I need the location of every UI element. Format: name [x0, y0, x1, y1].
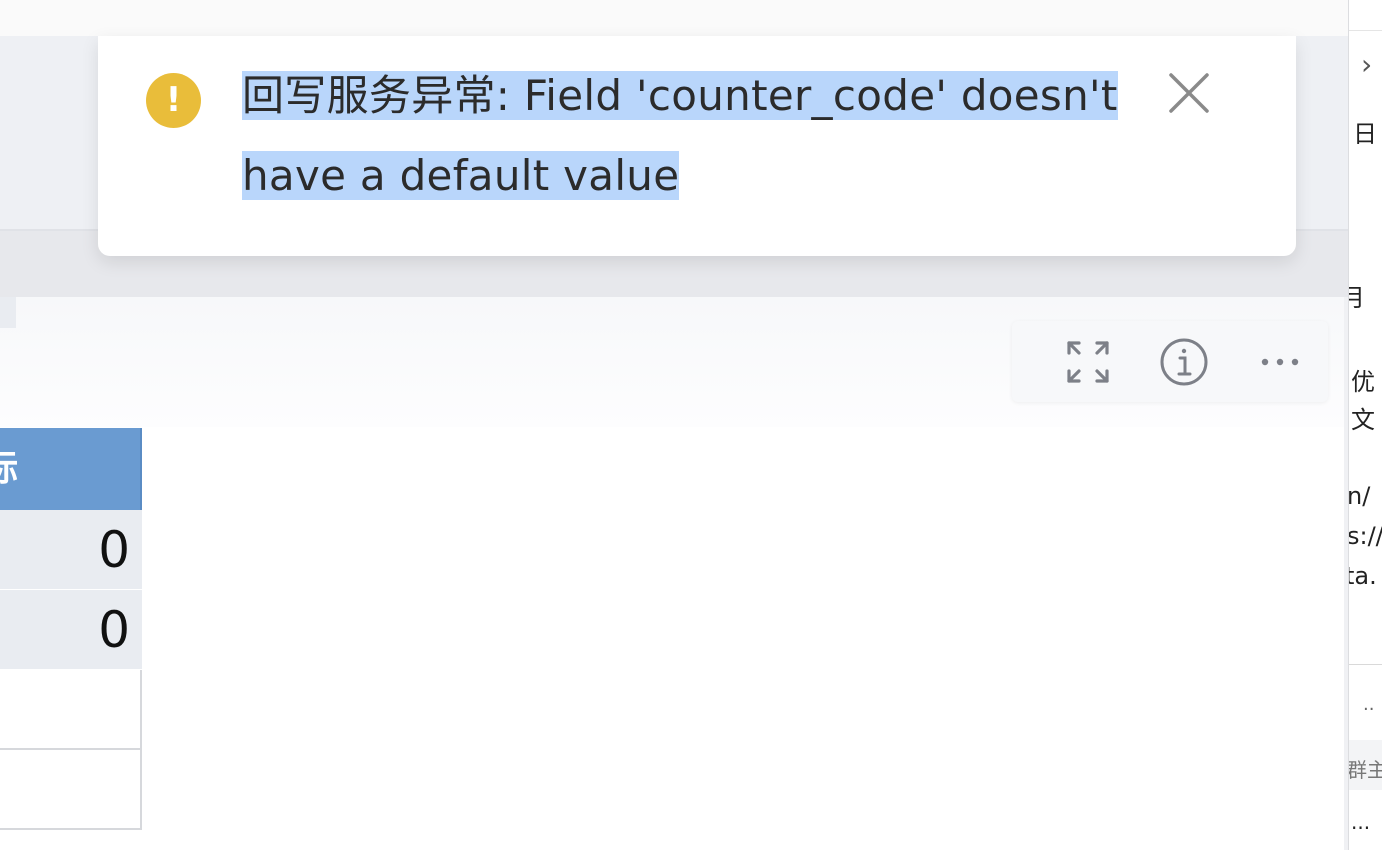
- side-text: 优: [1351, 368, 1375, 396]
- more-icon: [1261, 358, 1299, 366]
- side-text: ta.: [1348, 562, 1377, 590]
- warning-icon: !: [146, 73, 201, 128]
- side-panel: › 日 月 优 文 n/ s:// ta. .. 群主 ...: [1348, 0, 1382, 850]
- more-button[interactable]: [1255, 337, 1305, 387]
- data-table: 标 0 0: [0, 428, 142, 830]
- side-text: ...: [1351, 810, 1371, 834]
- chart-toolbar: [1012, 321, 1328, 402]
- close-icon: [1169, 73, 1209, 113]
- side-panel-top: [1349, 0, 1382, 31]
- notification-message: 回写服务异常: Field 'counter_code' doesn't hav…: [242, 71, 1118, 200]
- table-header-cell[interactable]: 标: [0, 428, 142, 510]
- side-text: 文: [1351, 406, 1375, 434]
- fullscreen-icon: [1067, 341, 1109, 383]
- side-text: 月: [1349, 278, 1365, 313]
- side-text: ..: [1363, 694, 1375, 715]
- info-icon: [1160, 338, 1208, 386]
- fullscreen-button[interactable]: [1063, 337, 1113, 387]
- top-bar: [0, 0, 1348, 36]
- table-cell[interactable]: 0: [0, 510, 142, 590]
- table-cell[interactable]: 0: [0, 590, 142, 670]
- close-button[interactable]: [1164, 68, 1214, 118]
- chart-card-corner: [0, 297, 16, 328]
- info-button[interactable]: [1159, 337, 1209, 387]
- empty-table-cell[interactable]: [0, 750, 142, 830]
- side-text: n/: [1348, 482, 1371, 510]
- side-divider: [1349, 664, 1382, 665]
- side-text: s://: [1348, 522, 1382, 550]
- empty-table-cell[interactable]: [0, 670, 142, 750]
- side-text: 日: [1353, 120, 1377, 148]
- side-text: 群主: [1348, 758, 1382, 782]
- chart-card: 标 0 0: [0, 297, 1344, 850]
- chevron-right-icon[interactable]: ›: [1361, 50, 1372, 80]
- error-notification: ! 回写服务异常: Field 'counter_code' doesn't h…: [98, 36, 1296, 256]
